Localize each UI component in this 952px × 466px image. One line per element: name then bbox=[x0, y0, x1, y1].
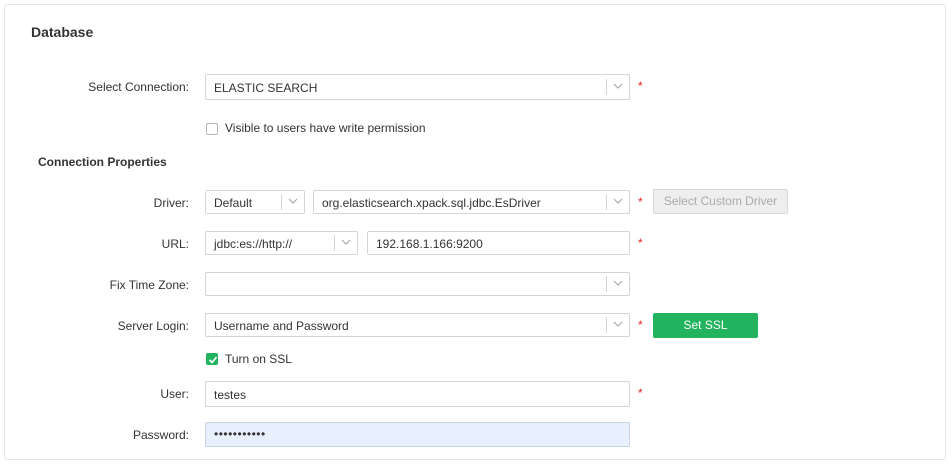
password-label: Password: bbox=[132, 428, 189, 442]
server-login-dropdown[interactable]: Username and Password bbox=[205, 313, 630, 337]
user-input[interactable]: testes bbox=[205, 381, 630, 407]
chevron-down-icon[interactable] bbox=[606, 317, 629, 333]
driver-class-dropdown[interactable]: org.elasticsearch.xpack.sql.jdbc.EsDrive… bbox=[313, 190, 630, 214]
required-marker: * bbox=[638, 318, 643, 332]
turn-on-ssl-label: Turn on SSL bbox=[225, 352, 292, 366]
turn-on-ssl-checkbox[interactable] bbox=[206, 353, 218, 365]
server-login-value: Username and Password bbox=[214, 319, 349, 333]
user-value: testes bbox=[214, 388, 247, 402]
driver-class-value: org.elasticsearch.xpack.sql.jdbc.EsDrive… bbox=[322, 196, 541, 210]
required-marker: * bbox=[638, 236, 643, 250]
fix-time-zone-dropdown[interactable] bbox=[205, 272, 630, 296]
fix-time-zone-label: Fix Time Zone: bbox=[109, 278, 189, 292]
visible-to-users-checkbox[interactable] bbox=[206, 123, 218, 135]
panel-title: Database bbox=[31, 24, 94, 40]
required-marker: * bbox=[638, 195, 643, 209]
url-prefix-dropdown[interactable]: jdbc:es://http:// bbox=[205, 231, 358, 255]
user-label: User: bbox=[160, 387, 189, 401]
required-marker: * bbox=[638, 79, 643, 93]
url-host-input[interactable]: 192.168.1.166:9200 bbox=[367, 231, 630, 255]
select-connection-label: Select Connection: bbox=[88, 80, 189, 94]
url-label: URL: bbox=[161, 237, 189, 251]
url-host-value: 192.168.1.166:9200 bbox=[376, 237, 483, 251]
chevron-down-icon[interactable] bbox=[606, 194, 629, 210]
select-custom-driver-button[interactable]: Select Custom Driver bbox=[653, 189, 788, 214]
driver-type-dropdown[interactable]: Default bbox=[205, 190, 305, 214]
url-prefix-value: jdbc:es://http:// bbox=[214, 237, 293, 251]
driver-type-value: Default bbox=[214, 196, 253, 210]
chevron-down-icon[interactable] bbox=[334, 235, 357, 251]
password-value: ••••••••••• bbox=[214, 427, 266, 441]
checkmark-icon bbox=[208, 356, 218, 364]
driver-label: Driver: bbox=[153, 196, 189, 210]
select-connection-dropdown[interactable]: ELASTIC SEARCH bbox=[205, 74, 630, 100]
set-ssl-button[interactable]: Set SSL bbox=[653, 313, 758, 338]
select-connection-value: ELASTIC SEARCH bbox=[214, 81, 318, 95]
chevron-down-icon[interactable] bbox=[606, 276, 629, 292]
password-input[interactable]: ••••••••••• bbox=[205, 422, 630, 447]
visible-to-users-label: Visible to users have write permission bbox=[225, 121, 426, 135]
required-marker: * bbox=[638, 386, 643, 400]
chevron-down-icon[interactable] bbox=[281, 194, 304, 210]
connection-properties-heading: Connection Properties bbox=[38, 155, 167, 169]
chevron-down-icon[interactable] bbox=[606, 79, 629, 95]
server-login-label: Server Login: bbox=[117, 319, 189, 333]
